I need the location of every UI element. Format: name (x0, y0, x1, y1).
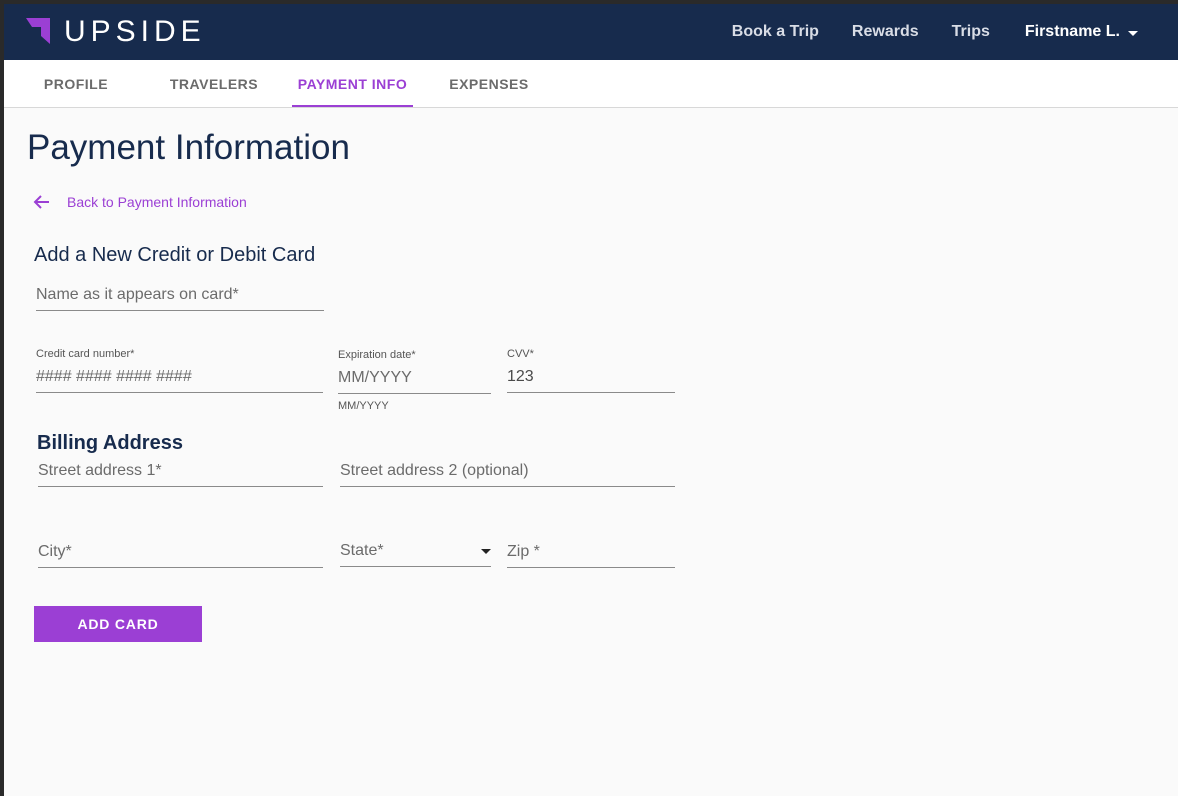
nav-trips[interactable]: Trips (952, 23, 990, 41)
city-field[interactable]: City* (38, 539, 323, 568)
expiration-helper: MM/YYYY (338, 400, 389, 412)
page-title: Payment Information (27, 128, 350, 167)
arrow-left-icon (33, 195, 49, 209)
card-number-field[interactable]: #### #### #### #### (36, 364, 323, 393)
zip-placeholder: Zip * (507, 543, 540, 560)
brand-name: UPSIDE (64, 15, 206, 48)
zip-field[interactable]: Zip * (507, 539, 675, 568)
nav-rewards[interactable]: Rewards (852, 23, 919, 41)
cvv-field[interactable]: 123 (507, 364, 675, 393)
nav-book-a-trip[interactable]: Book a Trip (732, 23, 819, 41)
card-number-placeholder: #### #### #### #### (36, 368, 192, 385)
card-section-title: Add a New Credit or Debit Card (34, 244, 316, 266)
tab-profile[interactable]: PROFILE (28, 60, 124, 107)
expiration-placeholder: MM/YYYY (338, 369, 412, 386)
top-nav: Book a Trip Rewards Trips Firstname L. (699, 4, 1138, 60)
expiration-label: Expiration date* (338, 349, 416, 361)
name-on-card-field[interactable]: Name as it appears on card* (36, 282, 324, 311)
top-navigation-bar: UPSIDE Book a Trip Rewards Trips Firstna… (4, 4, 1178, 60)
profile-tabs: PROFILE TRAVELERS PAYMENT INFO EXPENSES (4, 60, 1178, 108)
upside-logo-icon (26, 18, 50, 44)
state-select[interactable]: State* (340, 538, 491, 567)
city-placeholder: City* (38, 543, 72, 560)
cvv-label: CVV* (507, 348, 534, 360)
expiration-field[interactable]: MM/YYYY (338, 365, 491, 394)
tab-payment-info[interactable]: PAYMENT INFO (292, 60, 413, 107)
street-address-2-placeholder: Street address 2 (optional) (340, 462, 529, 479)
tab-travelers[interactable]: TRAVELERS (164, 60, 264, 107)
back-link[interactable]: Back to Payment Information (32, 192, 247, 212)
add-card-button[interactable]: ADD CARD (34, 606, 202, 642)
user-menu[interactable]: Firstname L. (1025, 23, 1138, 41)
card-number-label: Credit card number* (36, 348, 135, 360)
back-link-label: Back to Payment Information (67, 194, 247, 210)
street-address-1-placeholder: Street address 1* (38, 462, 162, 479)
dropdown-arrow-icon (481, 549, 491, 554)
street-address-1-field[interactable]: Street address 1* (38, 458, 323, 487)
user-name: Firstname L. (1024, 23, 1120, 40)
name-on-card-placeholder: Name as it appears on card* (36, 286, 239, 303)
billing-address-title: Billing Address (37, 432, 183, 454)
cvv-value: 123 (507, 368, 534, 385)
tab-expenses[interactable]: EXPENSES (444, 60, 534, 107)
street-address-2-field[interactable]: Street address 2 (optional) (340, 458, 675, 487)
chevron-down-icon (1128, 30, 1138, 36)
state-placeholder: State* (340, 542, 384, 559)
